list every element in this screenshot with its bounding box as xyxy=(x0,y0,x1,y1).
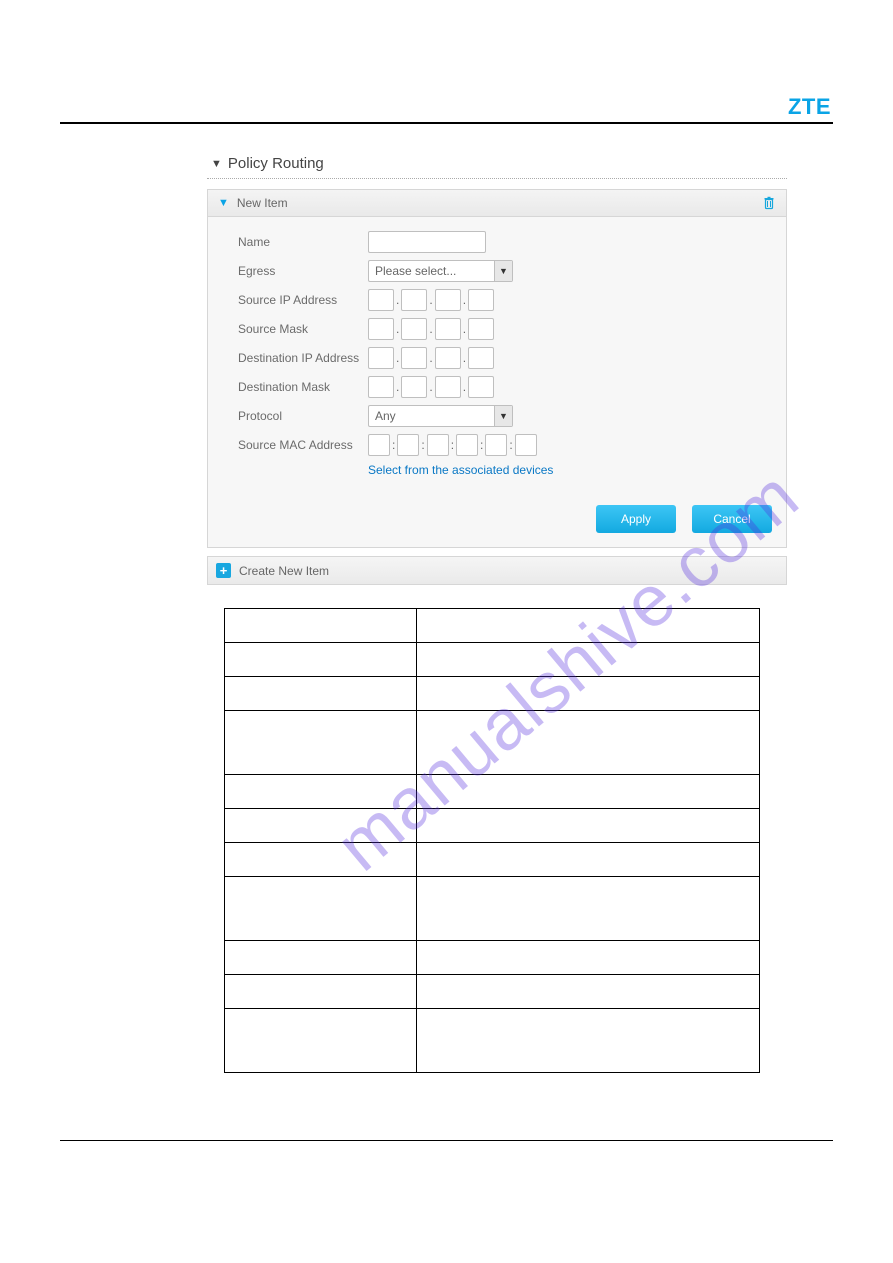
table-row xyxy=(225,941,760,975)
header-rule xyxy=(60,122,833,124)
dot-separator: . xyxy=(461,380,468,394)
panel-actions: Apply Cancel xyxy=(208,491,786,547)
cancel-button[interactable]: Cancel xyxy=(692,505,772,533)
dst-mask-octet-2[interactable] xyxy=(401,376,427,398)
panel-header[interactable]: ▼ New Item xyxy=(208,190,786,217)
section-header[interactable]: ▼ Policy Routing xyxy=(207,155,787,179)
colon-separator: : xyxy=(390,438,397,452)
panel-body: Name Egress ▼ Source IP Address . . . So… xyxy=(208,217,786,491)
dst-mask-octet-4[interactable] xyxy=(468,376,494,398)
colon-separator: : xyxy=(449,438,456,452)
source-mask-label: Source Mask xyxy=(238,322,368,336)
dot-separator: . xyxy=(394,322,401,336)
dot-separator: . xyxy=(427,322,434,336)
egress-label: Egress xyxy=(238,264,368,278)
panel-title: New Item xyxy=(237,196,288,210)
dot-separator: . xyxy=(427,380,434,394)
src-mask-octet-4[interactable] xyxy=(468,318,494,340)
table-row xyxy=(225,877,760,941)
delete-icon[interactable] xyxy=(762,196,776,210)
dst-ip-octet-2[interactable] xyxy=(401,347,427,369)
colon-separator: : xyxy=(419,438,426,452)
dst-ip-octet-4[interactable] xyxy=(468,347,494,369)
table-row xyxy=(225,643,760,677)
dst-ip-octet-3[interactable] xyxy=(435,347,461,369)
src-mask-octet-3[interactable] xyxy=(435,318,461,340)
colon-separator: : xyxy=(478,438,485,452)
dot-separator: . xyxy=(461,322,468,336)
table-row xyxy=(225,809,760,843)
dst-mask-octet-1[interactable] xyxy=(368,376,394,398)
table-row xyxy=(225,609,760,643)
collapse-icon: ▼ xyxy=(218,197,229,209)
table-row xyxy=(225,843,760,877)
parameter-table xyxy=(224,608,760,1073)
src-mac-hex-3[interactable] xyxy=(427,434,449,456)
collapse-icon: ▼ xyxy=(211,158,222,170)
src-mac-hex-5[interactable] xyxy=(485,434,507,456)
dst-ip-octet-1[interactable] xyxy=(368,347,394,369)
src-mac-hex-4[interactable] xyxy=(456,434,478,456)
new-item-panel: ▼ New Item Name Egress xyxy=(207,189,787,548)
dot-separator: . xyxy=(427,351,434,365)
dot-separator: . xyxy=(461,351,468,365)
section-title: Policy Routing xyxy=(228,155,324,172)
policy-routing-figure: ▼ Policy Routing ▼ New Item Name xyxy=(207,155,787,585)
footer-rule xyxy=(60,1140,833,1141)
src-mac-hex-1[interactable] xyxy=(368,434,390,456)
src-mask-octet-1[interactable] xyxy=(368,318,394,340)
dest-ip-label: Destination IP Address xyxy=(238,351,368,365)
source-ip-label: Source IP Address xyxy=(238,293,368,307)
src-ip-octet-2[interactable] xyxy=(401,289,427,311)
table-row xyxy=(225,1009,760,1073)
apply-button[interactable]: Apply xyxy=(596,505,676,533)
name-input[interactable] xyxy=(368,231,486,253)
src-mac-hex-2[interactable] xyxy=(397,434,419,456)
table-row xyxy=(225,711,760,775)
create-new-item-label: Create New Item xyxy=(239,564,329,578)
name-label: Name xyxy=(238,235,368,249)
src-ip-octet-1[interactable] xyxy=(368,289,394,311)
brand-logo: ZTE xyxy=(788,94,831,120)
table-row xyxy=(225,775,760,809)
table-row xyxy=(225,975,760,1009)
src-mac-hex-6[interactable] xyxy=(515,434,537,456)
src-ip-octet-3[interactable] xyxy=(435,289,461,311)
colon-separator: : xyxy=(507,438,514,452)
plus-icon[interactable]: + xyxy=(216,563,231,578)
dot-separator: . xyxy=(427,293,434,307)
dot-separator: . xyxy=(394,293,401,307)
protocol-select[interactable] xyxy=(368,405,513,427)
associated-devices-link[interactable]: Select from the associated devices xyxy=(368,463,553,477)
dot-separator: . xyxy=(394,351,401,365)
dot-separator: . xyxy=(394,380,401,394)
egress-select[interactable] xyxy=(368,260,513,282)
dest-mask-label: Destination Mask xyxy=(238,380,368,394)
dst-mask-octet-3[interactable] xyxy=(435,376,461,398)
dot-separator: . xyxy=(461,293,468,307)
table-row xyxy=(225,677,760,711)
src-mask-octet-2[interactable] xyxy=(401,318,427,340)
create-new-item-bar[interactable]: + Create New Item xyxy=(207,556,787,585)
source-mac-label: Source MAC Address xyxy=(238,438,368,452)
protocol-label: Protocol xyxy=(238,409,368,423)
src-ip-octet-4[interactable] xyxy=(468,289,494,311)
